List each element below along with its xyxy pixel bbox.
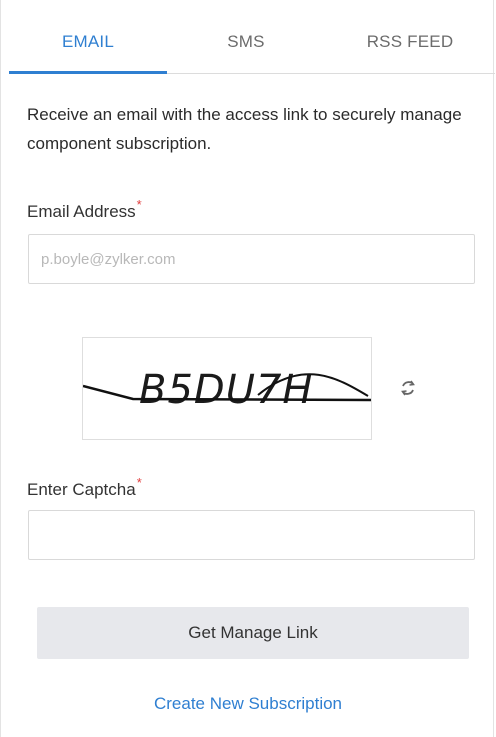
captcha-noise-lines — [83, 373, 371, 402]
required-marker: * — [136, 475, 142, 490]
email-address-label-text: Email Address — [27, 202, 136, 221]
required-marker: * — [136, 197, 142, 212]
description-text: Receive an email with the access link to… — [27, 105, 462, 153]
tab-rss-feed[interactable]: RSS FEED — [325, 0, 495, 73]
subscription-tabs: EMAIL SMS RSS FEED — [9, 0, 495, 74]
tab-sms[interactable]: SMS — [167, 0, 325, 73]
enter-captcha-label: Enter Captcha* — [27, 475, 142, 500]
refresh-icon[interactable] — [397, 377, 419, 399]
captcha-input[interactable] — [28, 510, 475, 560]
tab-email[interactable]: EMAIL — [9, 0, 167, 74]
create-new-subscription-link[interactable]: Create New Subscription — [1, 694, 495, 714]
get-manage-link-button[interactable]: Get Manage Link — [37, 607, 469, 659]
subscription-panel: EMAIL SMS RSS FEED Receive an email with… — [0, 0, 495, 737]
captcha-image: B5DU7H — [82, 337, 372, 440]
enter-captcha-label-text: Enter Captcha — [27, 480, 136, 499]
email-address-label: Email Address* — [27, 197, 142, 222]
email-input[interactable] — [28, 234, 475, 284]
